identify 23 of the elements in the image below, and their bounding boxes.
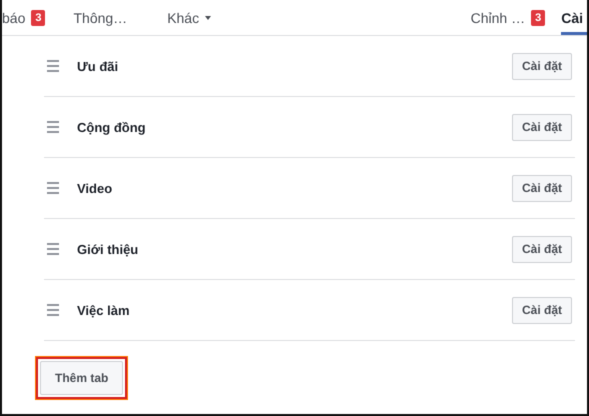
tab-name: Việc làm xyxy=(77,302,131,318)
settings-button[interactable]: Cài đặt xyxy=(512,236,572,262)
drag-handle-icon[interactable] xyxy=(47,304,59,316)
drag-handle-icon[interactable] xyxy=(47,121,59,133)
drag-handle-icon[interactable] xyxy=(47,60,59,72)
count-badge: 3 xyxy=(31,10,46,26)
settings-button[interactable]: Cài đặt xyxy=(512,114,572,140)
tab-name: Ưu đãi xyxy=(77,58,120,74)
tab[interactable]: Khác xyxy=(167,0,212,35)
tab-name: Video xyxy=(77,180,114,196)
settings-button[interactable]: Cài đặt xyxy=(512,174,572,202)
settings-button[interactable]: Cài đặt xyxy=(512,52,572,80)
tab[interactable]: báo xyxy=(2,0,26,35)
tab[interactable]: Thông… xyxy=(73,0,128,35)
tab-name: Giới thiệu xyxy=(77,242,140,256)
settings-button[interactable]: Cài đặt xyxy=(512,296,572,324)
tab-name: Cộng đồng xyxy=(77,120,147,134)
tab[interactable]: Cài xyxy=(561,0,587,35)
add-tab-button[interactable]: Thêm tab xyxy=(40,361,124,395)
count-badge: 3 xyxy=(531,10,546,26)
tab[interactable]: Chỉnh … xyxy=(470,0,526,35)
drag-handle-icon[interactable] xyxy=(47,182,59,194)
drag-handle-icon[interactable] xyxy=(47,243,59,255)
